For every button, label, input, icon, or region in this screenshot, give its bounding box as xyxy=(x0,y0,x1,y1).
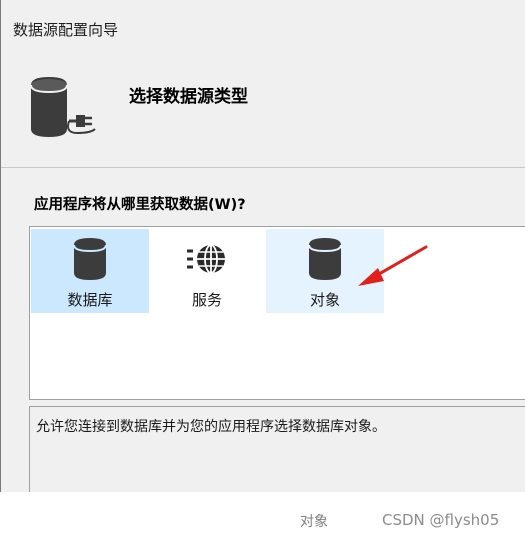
window-title: 数据源配置向导 xyxy=(13,21,119,39)
description-text: 允许您连接到数据库并为您的应用程序选择数据库对象。 xyxy=(36,419,386,435)
list-item-service[interactable]: 服务 xyxy=(148,229,266,313)
service-globe-icon xyxy=(185,237,229,281)
database-plug-icon xyxy=(29,77,99,143)
image-caption: 对象 xyxy=(300,514,328,530)
wizard-header: 选择数据源类型 xyxy=(1,57,525,167)
page-title: 选择数据源类型 xyxy=(129,87,248,107)
list-item-label: 服务 xyxy=(191,291,222,309)
data-source-type-list[interactable]: 数据库 服务 对象 xyxy=(29,226,525,400)
description-panel: 允许您连接到数据库并为您的应用程序选择数据库对象。 xyxy=(29,406,525,492)
list-item-database[interactable]: 数据库 xyxy=(31,229,149,313)
list-item-label: 数据库 xyxy=(67,291,113,309)
red-arrow-annotation xyxy=(356,243,431,292)
database-icon xyxy=(308,237,342,281)
database-icon xyxy=(73,237,107,281)
watermark: CSDN @flysh05 xyxy=(382,511,500,529)
wizard-dialog: 数据源配置向导 选择数据源类型 应用程序将从哪里获取数据(W)? 数据库 服务 … xyxy=(0,0,525,492)
header-divider xyxy=(1,167,525,168)
list-item-label: 对象 xyxy=(309,291,340,309)
source-question-label: 应用程序将从哪里获取数据(W)? xyxy=(34,197,246,213)
